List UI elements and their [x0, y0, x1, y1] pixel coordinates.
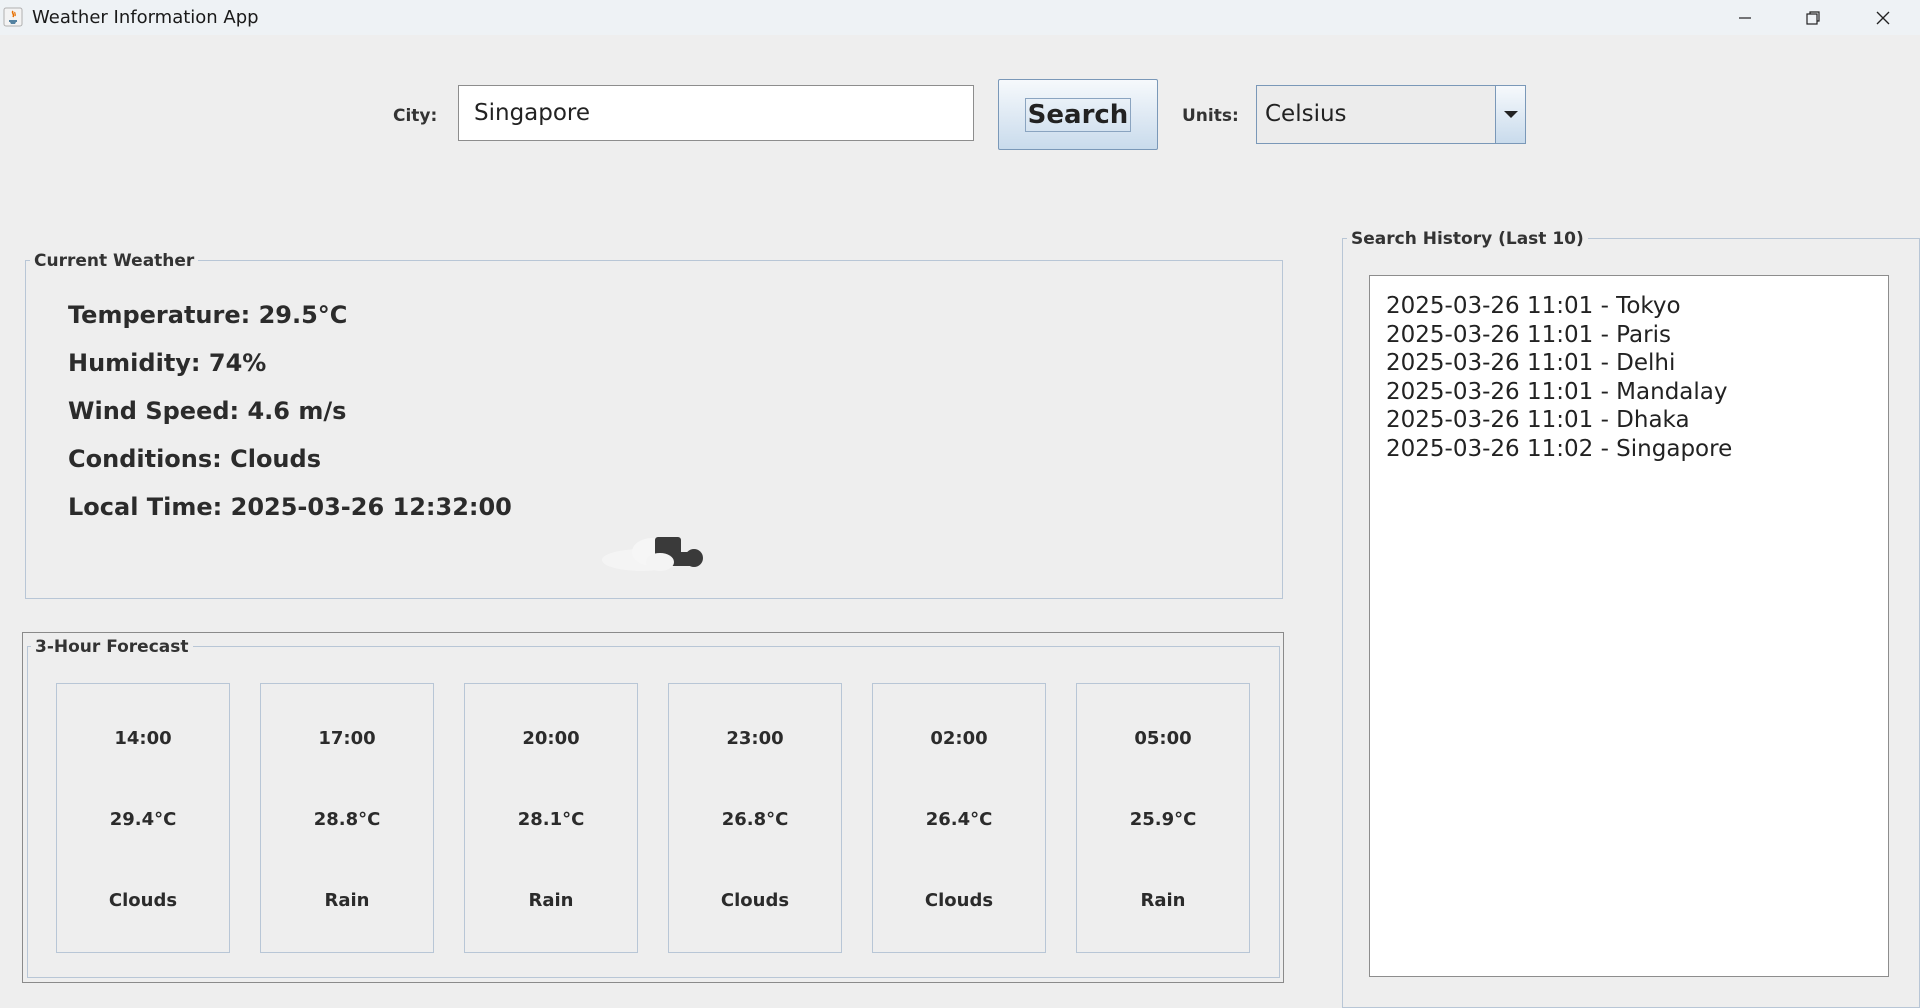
current-weather-title: Current Weather — [30, 251, 199, 271]
forecast-time: 17:00 — [318, 728, 376, 749]
forecast-condition: Rain — [1140, 890, 1186, 911]
forecast-condition: Rain — [324, 890, 370, 911]
clouds-icon — [600, 532, 710, 572]
units-select[interactable]: Celsius — [1256, 85, 1526, 144]
restore-icon — [1806, 10, 1820, 25]
forecast-temp: 29.4°C — [109, 809, 177, 830]
local-time-text: Local Time: 2025-03-26 12:32:00 — [68, 493, 512, 521]
forecast-temp: 28.8°C — [313, 809, 381, 830]
search-history-list[interactable]: 2025-03-26 11:01 - Tokyo 2025-03-26 11:0… — [1369, 275, 1889, 977]
history-list-item[interactable]: 2025-03-26 11:01 - Mandalay — [1386, 378, 1888, 407]
search-button[interactable]: Search — [998, 79, 1158, 150]
title-bar: Weather Information App — [0, 0, 1920, 35]
search-history-title: Search History (Last 10) — [1347, 229, 1588, 249]
close-button[interactable] — [1848, 0, 1918, 35]
history-list-item[interactable]: 2025-03-26 11:01 - Delhi — [1386, 349, 1888, 378]
forecast-condition: Clouds — [924, 890, 994, 911]
java-app-icon — [3, 7, 23, 27]
search-button-label: Search — [1024, 97, 1132, 132]
forecast-temp: 25.9°C — [1129, 809, 1197, 830]
minimize-icon — [1739, 16, 1751, 19]
forecast-condition: Clouds — [720, 890, 790, 911]
forecast-temp: 26.8°C — [721, 809, 789, 830]
forecast-time: 14:00 — [114, 728, 172, 749]
forecast-time: 20:00 — [522, 728, 580, 749]
temperature-text: Temperature: 29.5°C — [68, 301, 348, 329]
window-title: Weather Information App — [32, 7, 259, 28]
city-input[interactable]: Singapore — [458, 85, 974, 141]
close-icon — [1876, 11, 1890, 24]
units-label: Units: — [1182, 106, 1239, 126]
forecast-condition: Rain — [528, 890, 574, 911]
history-list-item[interactable]: 2025-03-26 11:01 - Paris — [1386, 321, 1888, 350]
units-selected-value: Celsius — [1265, 101, 1347, 127]
forecast-card: 14:00 29.4°C Clouds — [56, 683, 230, 953]
forecast-temp: 28.1°C — [517, 809, 585, 830]
forecast-time: 05:00 — [1134, 728, 1192, 749]
forecast-title: 3-Hour Forecast — [31, 637, 193, 657]
history-list-item[interactable]: 2025-03-26 11:02 - Singapore — [1386, 435, 1888, 464]
chevron-down-icon — [1503, 110, 1518, 118]
units-dropdown-arrow[interactable] — [1495, 86, 1525, 143]
forecast-card: 20:00 28.1°C Rain — [464, 683, 638, 953]
restore-button[interactable] — [1778, 0, 1848, 35]
conditions-text: Conditions: Clouds — [68, 445, 321, 473]
humidity-text: Humidity: 74% — [68, 349, 267, 377]
forecast-card: 17:00 28.8°C Rain — [260, 683, 434, 953]
forecast-time: 23:00 — [726, 728, 784, 749]
minimize-button[interactable] — [1710, 0, 1780, 35]
forecast-temp: 26.4°C — [925, 809, 993, 830]
forecast-card: 23:00 26.8°C Clouds — [668, 683, 842, 953]
forecast-card: 02:00 26.4°C Clouds — [872, 683, 1046, 953]
forecast-time: 02:00 — [930, 728, 988, 749]
forecast-card: 05:00 25.9°C Rain — [1076, 683, 1250, 953]
history-list-item[interactable]: 2025-03-26 11:01 - Tokyo — [1386, 292, 1888, 321]
forecast-condition: Clouds — [108, 890, 178, 911]
history-list-item[interactable]: 2025-03-26 11:01 - Dhaka — [1386, 406, 1888, 435]
city-label: City: — [393, 106, 438, 126]
wind-speed-text: Wind Speed: 4.6 m/s — [68, 397, 347, 425]
